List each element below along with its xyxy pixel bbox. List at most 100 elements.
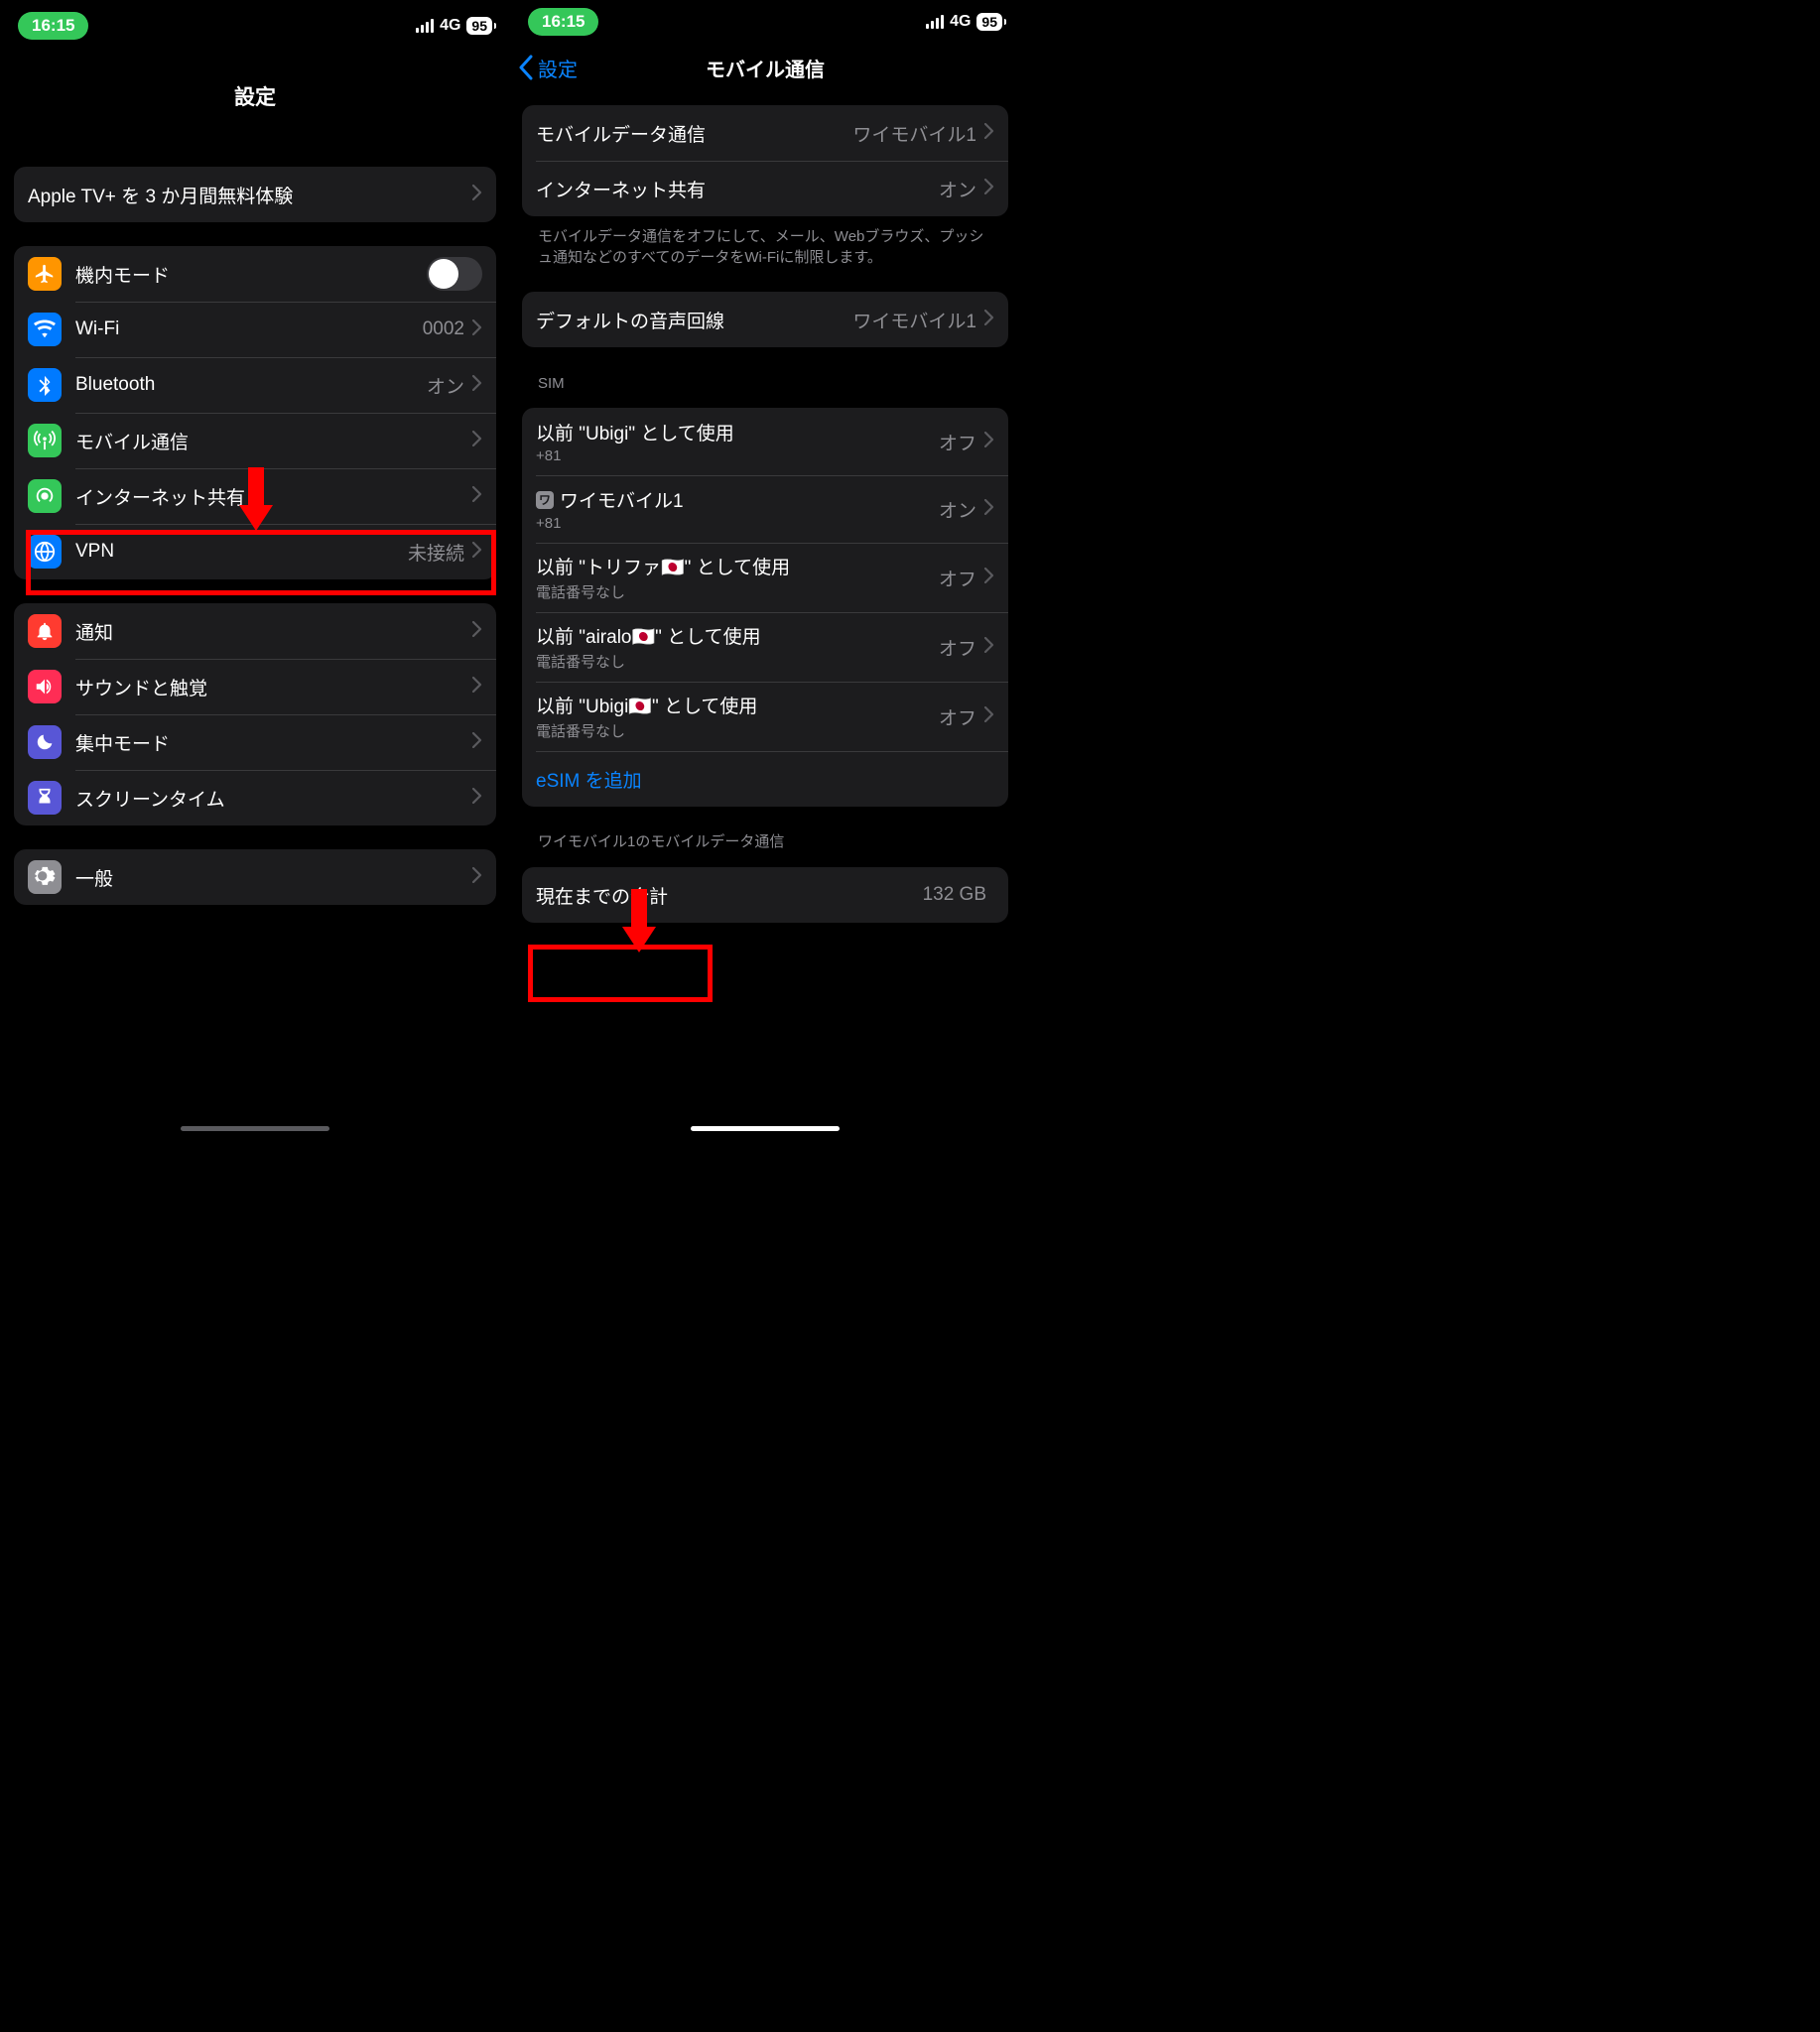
back-button[interactable]: 設定 <box>518 54 578 82</box>
voice-row-0[interactable]: デフォルトの音声回線 ワイモバイル1 <box>522 292 1008 347</box>
row-label: 以前 "airalo🇯🇵" として使用 <box>536 622 761 649</box>
row-sub: 電話番号なし <box>536 581 939 602</box>
status-bar: 16:15 4G 95 <box>510 0 1020 40</box>
home-indicator[interactable] <box>691 1126 840 1131</box>
signal-icon <box>416 19 434 33</box>
chevron-right-icon <box>472 375 482 396</box>
row-sub: +81 <box>536 447 939 464</box>
row-label: スクリーンタイム <box>75 785 472 812</box>
data-row-0[interactable]: モバイルデータ通信 ワイモバイル1 <box>522 105 1008 161</box>
row-label: インターネット共有 <box>75 483 472 510</box>
row-value: オン <box>939 496 976 523</box>
bluetooth-icon <box>28 368 62 402</box>
chevron-right-icon <box>472 486 482 507</box>
nav-header: 設定 <box>0 52 510 131</box>
network-row-1[interactable]: Wi-Fi 0002 <box>14 302 496 357</box>
alerts-row-0[interactable]: 通知 <box>14 603 496 659</box>
sim-row-4[interactable]: 以前 "Ubigi🇯🇵" として使用 電話番号なし オフ <box>522 682 1008 751</box>
sim-row-3[interactable]: 以前 "airalo🇯🇵" として使用 電話番号なし オフ <box>522 612 1008 682</box>
row-label: 機内モード <box>75 261 427 288</box>
row-sub: 電話番号なし <box>536 651 939 672</box>
row-label: 一般 <box>75 864 472 891</box>
row-label: デフォルトの音声回線 <box>536 307 852 333</box>
nav-header: 設定 モバイル通信 <box>510 40 1020 95</box>
sim-row-2[interactable]: 以前 "トリファ🇯🇵" として使用 電話番号なし オフ <box>522 543 1008 612</box>
annotation-arrow <box>622 889 656 952</box>
wifi-icon <box>28 313 62 346</box>
row-label: Wi-Fi <box>75 318 423 340</box>
gear-icon <box>28 860 62 894</box>
chevron-right-icon <box>984 179 994 199</box>
row-label: Bluetooth <box>75 374 427 396</box>
network-label: 4G <box>950 13 971 31</box>
row-label: VPN <box>75 541 408 563</box>
network-row-5[interactable]: VPN 未接続 <box>14 524 496 579</box>
chevron-right-icon <box>984 637 994 658</box>
data-row-1[interactable]: インターネット共有 オン <box>522 161 1008 216</box>
network-row-0[interactable]: 機内モード <box>14 246 496 302</box>
settings-content[interactable]: Apple TV+ を 3 か月間無料体験 機内モード Wi-Fi 0002 B… <box>0 131 510 1139</box>
sim-row-0[interactable]: 以前 "Ubigi" として使用 +81 オフ <box>522 408 1008 475</box>
cellular-screen: 16:15 4G 95 設定 モバイル通信 モバイルデータ通信 ワイモバイル1 … <box>510 0 1020 1139</box>
alerts-row-3[interactable]: スクリーンタイム <box>14 770 496 826</box>
alerts-row-2[interactable]: 集中モード <box>14 714 496 770</box>
usage-header: ワイモバイル1のモバイルデータ通信 <box>522 807 1008 857</box>
chevron-right-icon <box>984 568 994 588</box>
status-time[interactable]: 16:15 <box>18 12 88 40</box>
screentime-icon <box>28 781 62 815</box>
status-time[interactable]: 16:15 <box>528 8 598 36</box>
row-value: オフ <box>939 565 976 591</box>
chevron-right-icon <box>472 431 482 451</box>
page-title: モバイル通信 <box>706 54 825 82</box>
alerts-group: 通知 サウンドと触覚 集中モード スクリーンタイム <box>14 603 496 826</box>
network-row-2[interactable]: Bluetooth オン <box>14 357 496 413</box>
row-sub: 電話番号なし <box>536 720 939 741</box>
home-indicator[interactable] <box>181 1126 329 1131</box>
row-label: サウンドと触覚 <box>75 674 472 700</box>
chevron-right-icon <box>984 432 994 452</box>
toggle-switch[interactable] <box>427 257 482 291</box>
add-esim-label: eSIM を追加 <box>536 766 994 793</box>
sim-badge: ワ <box>536 491 554 509</box>
cellular-content[interactable]: モバイルデータ通信 ワイモバイル1 インターネット共有 オン モバイルデータ通信… <box>510 95 1020 1139</box>
chevron-right-icon <box>984 123 994 144</box>
chevron-right-icon <box>472 788 482 809</box>
antenna-icon <box>28 424 62 457</box>
row-label: 以前 "Ubigi" として使用 <box>536 419 734 445</box>
row-value: オフ <box>939 634 976 661</box>
chevron-right-icon <box>472 867 482 888</box>
row-value: 未接続 <box>408 539 464 566</box>
usage-row-0[interactable]: 現在までの合計 132 GB <box>522 867 1008 923</box>
row-value: オフ <box>939 703 976 730</box>
usage-group: 現在までの合計 132 GB <box>522 867 1008 923</box>
status-bar: 16:15 4G 95 <box>0 0 510 52</box>
row-label: 現在までの合計 <box>536 882 923 909</box>
airplane-icon <box>28 257 62 291</box>
battery-level: 95 <box>466 17 492 35</box>
general-group: 一般 <box>14 849 496 905</box>
hotspot-icon <box>28 479 62 513</box>
general-row-0[interactable]: 一般 <box>14 849 496 905</box>
annotation-arrow <box>239 467 273 531</box>
moon-icon <box>28 725 62 759</box>
row-value: オン <box>939 176 976 202</box>
chevron-right-icon <box>984 706 994 727</box>
settings-screen: 16:15 4G 95 設定 Apple TV+ を 3 か月間無料体験 機内モ… <box>0 0 510 1139</box>
chevron-right-icon <box>984 310 994 330</box>
chevron-right-icon <box>984 499 994 520</box>
row-value: ワイモバイル1 <box>852 120 976 147</box>
chevron-right-icon <box>472 542 482 563</box>
alerts-row-1[interactable]: サウンドと触覚 <box>14 659 496 714</box>
promo-row[interactable]: Apple TV+ を 3 か月間無料体験 <box>14 167 496 222</box>
network-label: 4G <box>440 17 460 35</box>
data-footer: モバイルデータ通信をオフにして、メール、Webブラウズ、プッシュ通知などのすべて… <box>522 216 1008 274</box>
network-row-3[interactable]: モバイル通信 <box>14 413 496 468</box>
status-right: 4G 95 <box>416 17 492 35</box>
back-label: 設定 <box>538 54 578 82</box>
sim-row-1[interactable]: ワワイモバイル1 +81 オン <box>522 475 1008 543</box>
row-label: 集中モード <box>75 729 472 756</box>
row-value: 132 GB <box>923 884 986 906</box>
signal-icon <box>926 15 944 29</box>
add-esim-row[interactable]: eSIM を追加 <box>522 751 1008 807</box>
row-label: 通知 <box>75 618 472 645</box>
